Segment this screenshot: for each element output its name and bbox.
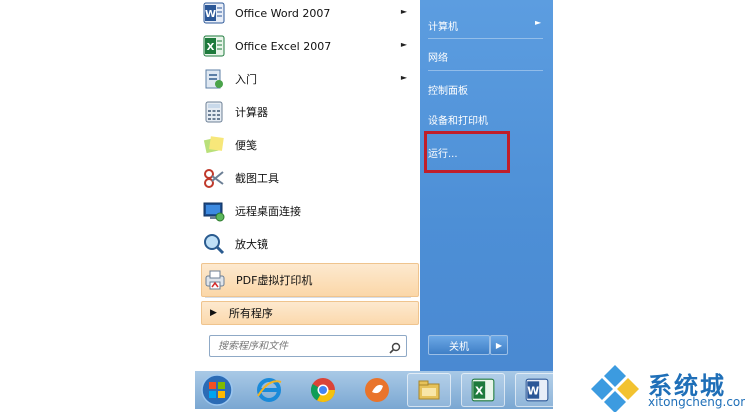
program-label: 截图工具 [235, 172, 279, 185]
excel-icon: X [471, 378, 495, 402]
snipping-tool-icon [201, 165, 227, 191]
right-item-network[interactable]: 网络 [428, 49, 448, 64]
watermark: 系统城 xitongcheng.com [588, 362, 745, 414]
program-label: 远程桌面连接 [235, 205, 301, 218]
media-player-icon [365, 378, 389, 402]
internet-explorer-icon [257, 378, 282, 402]
file-explorer-icon [418, 380, 440, 400]
program-label: 计算器 [235, 106, 268, 119]
expand-arrow-icon: ▶ [210, 308, 217, 318]
right-item-devices-printers[interactable]: 设备和打印机 [428, 112, 488, 127]
svg-text:W: W [205, 9, 216, 20]
program-label: 入门 [235, 73, 257, 86]
program-item-magnifier[interactable]: 放大镜 [201, 228, 417, 260]
separator [205, 297, 411, 298]
run-highlight-box [424, 131, 510, 173]
remote-desktop-icon [201, 198, 227, 224]
submenu-arrow-icon: ► [400, 40, 407, 49]
taskbar-excel[interactable]: X [461, 373, 505, 407]
program-label: PDF虚拟打印机 [236, 274, 313, 287]
pdf-printer-icon [202, 267, 228, 293]
programs-pane: W Office Word 2007 ► X Office Excel 2007… [195, 0, 421, 371]
all-programs-button[interactable]: ▶ 所有程序 [201, 301, 419, 325]
start-button[interactable] [195, 373, 239, 407]
magnifier-icon [201, 231, 227, 257]
chevron-right-icon: ▶ [495, 340, 503, 350]
sticky-notes-icon [201, 132, 227, 158]
separator [428, 38, 543, 39]
shutdown-button[interactable]: 关机 [428, 335, 490, 355]
shutdown-label: 关机 [449, 341, 469, 353]
program-item-remote-desktop[interactable]: 远程桌面连接 [201, 195, 417, 227]
separator [428, 70, 543, 71]
search-icon[interactable] [389, 339, 401, 358]
program-label: Office Word 2007 [235, 6, 331, 20]
program-item-word[interactable]: W Office Word 2007 ► [201, 0, 417, 29]
chrome-icon [310, 378, 335, 403]
brand-url: xitongcheng.com [648, 395, 745, 409]
submenu-arrow-icon: ► [400, 73, 407, 82]
start-orb-icon [201, 374, 233, 406]
taskbar-file-explorer[interactable] [407, 373, 451, 407]
submenu-arrow-icon: ► [535, 18, 542, 27]
taskbar: X W [195, 371, 559, 409]
taskbar-chrome[interactable] [301, 373, 345, 407]
word-icon: W [201, 0, 227, 26]
right-item-computer[interactable]: 计算机 [428, 18, 458, 33]
program-item-sticky-notes[interactable]: 便笺 [201, 129, 417, 161]
svg-text:X: X [207, 42, 215, 53]
program-label: 放大镜 [235, 238, 268, 251]
program-item-snipping-tool[interactable]: 截图工具 [201, 162, 417, 194]
excel-icon: X [201, 33, 227, 59]
all-programs-label: 所有程序 [228, 307, 273, 320]
calculator-icon [201, 99, 227, 125]
program-item-getting-started[interactable]: 入门 ► [201, 63, 417, 95]
svg-text:W: W [527, 384, 539, 397]
right-pane: 计算机 ► 网络 控制面板 设备和打印机 运行... 关机 ▶ [420, 0, 553, 371]
program-label: 便笺 [235, 139, 257, 152]
submenu-arrow-icon: ► [400, 7, 407, 16]
svg-text:X: X [475, 384, 484, 397]
program-item-calculator[interactable]: 计算器 [201, 96, 417, 128]
shutdown-options-button[interactable]: ▶ [490, 335, 508, 355]
word-icon: W [525, 378, 549, 402]
taskbar-media-player[interactable] [355, 373, 399, 407]
right-item-control-panel[interactable]: 控制面板 [428, 82, 468, 97]
program-item-excel[interactable]: X Office Excel 2007 ► [201, 30, 417, 62]
getting-started-icon [201, 66, 227, 92]
program-label: Office Excel 2007 [235, 39, 332, 53]
taskbar-word[interactable]: W [515, 373, 559, 407]
search-input[interactable] [216, 338, 380, 355]
taskbar-internet-explorer[interactable] [247, 373, 291, 407]
start-menu: W Office Word 2007 ► X Office Excel 2007… [195, 0, 553, 371]
search-box[interactable] [209, 335, 407, 357]
program-item-pdf-printer[interactable]: PDF虚拟打印机 [201, 263, 419, 297]
brand-logo-icon [591, 365, 639, 413]
